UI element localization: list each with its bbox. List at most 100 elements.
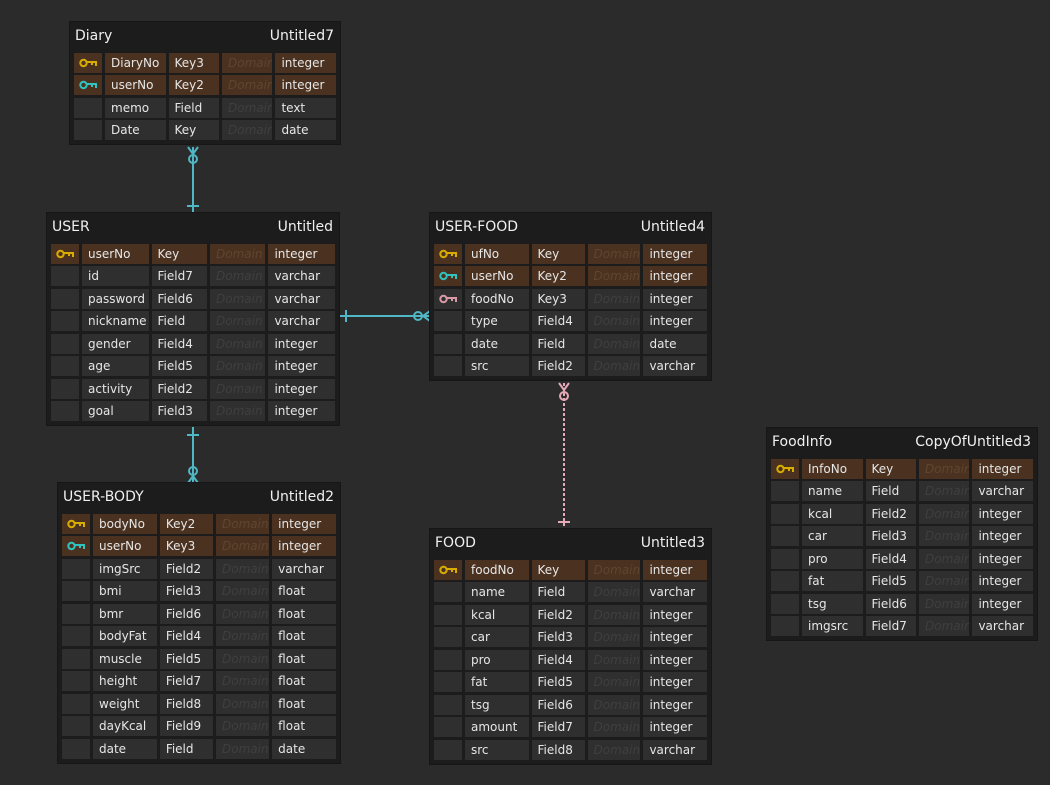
column-row[interactable]: tsg Field6 Domain integer — [434, 694, 707, 715]
column-row[interactable]: userNo Key Domain integer — [51, 243, 335, 264]
column-domain: Domain — [919, 481, 970, 501]
table-header[interactable]: FoodInfo CopyOfUntitled3 — [771, 428, 1033, 456]
empty-icon-cell — [51, 266, 79, 286]
column-domain: Domain — [215, 671, 270, 691]
column-row[interactable]: fat Field5 Domain integer — [434, 672, 707, 692]
column-row[interactable]: bmr Field6 Domain float — [62, 603, 336, 624]
column-row[interactable]: bmi Field3 Domain float — [62, 581, 336, 601]
column-row[interactable]: foodNo Key3 Domain integer — [434, 288, 707, 309]
column-name: name — [465, 582, 529, 602]
empty-icon-cell — [434, 694, 462, 715]
table-header[interactable]: Diary Untitled7 — [74, 22, 336, 50]
column-row[interactable]: amount Field7 Domain integer — [434, 717, 707, 737]
column-row[interactable]: date Field Domain date — [434, 333, 707, 354]
column-row[interactable]: imgsrc Field7 Domain varchar — [771, 616, 1033, 636]
table-diary[interactable]: Diary Untitled7 DiaryNo Key3 Domain inte… — [70, 22, 340, 144]
table-header[interactable]: USER-BODY Untitled2 — [62, 483, 336, 511]
column-row[interactable]: DiaryNo Key3 Domain integer — [74, 52, 336, 73]
column-kind: Key2 — [159, 513, 213, 534]
column-row[interactable]: id Field7 Domain varchar — [51, 266, 335, 286]
column-type: integer — [643, 288, 707, 309]
relationship-user-userfood[interactable] — [339, 310, 431, 322]
table-foodinfo[interactable]: FoodInfo CopyOfUntitled3 InfoNo Key Doma… — [767, 428, 1037, 640]
column-row[interactable]: src Field2 Domain varchar — [434, 356, 707, 376]
column-row[interactable]: bodyNo Key2 Domain integer — [62, 513, 336, 534]
column-row[interactable]: kcal Field2 Domain integer — [434, 604, 707, 625]
column-name: fat — [465, 672, 529, 692]
column-name: goal — [82, 401, 149, 421]
column-row[interactable]: userNo Key2 Domain integer — [74, 75, 336, 95]
column-row[interactable]: imgSrc Field2 Domain varchar — [62, 558, 336, 579]
table-header[interactable]: USER-FOOD Untitled4 — [434, 213, 707, 241]
empty-icon-cell — [434, 604, 462, 625]
column-row[interactable]: kcal Field2 Domain integer — [771, 503, 1033, 524]
column-row[interactable]: tsg Field6 Domain integer — [771, 593, 1033, 614]
column-kind: Field2 — [865, 503, 916, 524]
column-kind: Field6 — [865, 593, 916, 614]
table-alias: Untitled — [277, 219, 333, 235]
table-user-food[interactable]: USER-FOOD Untitled4 ufNo Key Domain inte… — [430, 213, 711, 380]
column-row[interactable]: userNo Key3 Domain integer — [62, 536, 336, 556]
key-icon — [62, 536, 90, 556]
column-name: dayKcal — [93, 716, 157, 736]
column-kind: Field7 — [531, 717, 585, 737]
column-row[interactable]: goal Field3 Domain integer — [51, 401, 335, 421]
column-row[interactable]: gender Field4 Domain integer — [51, 333, 335, 354]
column-name: src — [465, 356, 529, 376]
column-type: varchar — [272, 558, 336, 579]
key-icon — [434, 243, 462, 264]
column-row[interactable]: car Field3 Domain integer — [771, 526, 1033, 546]
table-user[interactable]: USER Untitled userNo Key Domain integer … — [47, 213, 339, 425]
column-row[interactable]: name Field Domain varchar — [771, 481, 1033, 501]
column-name: password — [82, 288, 149, 309]
column-row[interactable]: ufNo Key Domain integer — [434, 243, 707, 264]
column-name: foodNo — [465, 559, 529, 580]
column-row[interactable]: bodyFat Field4 Domain float — [62, 626, 336, 646]
column-row[interactable]: type Field4 Domain integer — [434, 311, 707, 331]
column-row[interactable]: userNo Key2 Domain integer — [434, 266, 707, 286]
column-row[interactable]: password Field6 Domain varchar — [51, 288, 335, 309]
column-name: pro — [802, 548, 863, 569]
column-name: muscle — [93, 648, 157, 669]
column-kind: Field3 — [531, 627, 585, 647]
column-row[interactable]: nickname Field Domain varchar — [51, 311, 335, 331]
relationship-userfood-food[interactable] — [558, 382, 570, 529]
column-kind: Key — [531, 243, 585, 264]
column-row[interactable]: activity Field2 Domain integer — [51, 378, 335, 399]
empty-icon-cell — [51, 356, 79, 376]
column-type: integer — [643, 694, 707, 715]
column-row[interactable]: pro Field4 Domain integer — [434, 649, 707, 670]
column-row[interactable]: age Field5 Domain integer — [51, 356, 335, 376]
column-row[interactable]: src Field8 Domain varchar — [434, 739, 707, 760]
column-row[interactable]: memo Field Domain text — [74, 97, 336, 118]
column-type: integer — [272, 513, 336, 534]
column-row[interactable]: dayKcal Field9 Domain float — [62, 716, 336, 736]
column-row[interactable]: date Field Domain date — [62, 738, 336, 759]
column-kind: Field5 — [159, 648, 213, 669]
column-row[interactable]: name Field Domain varchar — [434, 582, 707, 602]
table-header[interactable]: FOOD Untitled3 — [434, 529, 707, 557]
empty-icon-cell — [771, 593, 799, 614]
column-row[interactable]: Date Key Domain date — [74, 120, 336, 140]
column-type: integer — [275, 52, 336, 73]
column-row[interactable]: fat Field5 Domain integer — [771, 571, 1033, 591]
column-row[interactable]: weight Field8 Domain float — [62, 693, 336, 714]
column-type: date — [272, 738, 336, 759]
key-icon — [62, 513, 90, 534]
column-row[interactable]: height Field7 Domain float — [62, 671, 336, 691]
table-food[interactable]: FOOD Untitled3 foodNo Key Domain integer… — [430, 529, 711, 764]
empty-icon-cell — [74, 120, 102, 140]
column-row[interactable]: pro Field4 Domain integer — [771, 548, 1033, 569]
table-user-body[interactable]: USER-BODY Untitled2 bodyNo Key2 Domain i… — [58, 483, 340, 763]
column-row[interactable]: muscle Field5 Domain float — [62, 648, 336, 669]
column-type: integer — [275, 75, 336, 95]
column-type: integer — [972, 548, 1033, 569]
column-domain: Domain — [919, 503, 970, 524]
table-header[interactable]: USER Untitled — [51, 213, 335, 241]
relationship-user-userbody[interactable] — [187, 427, 199, 484]
column-row[interactable]: car Field3 Domain integer — [434, 627, 707, 647]
column-row[interactable]: foodNo Key Domain integer — [434, 559, 707, 580]
relationship-diary-user[interactable] — [187, 146, 199, 213]
column-row[interactable]: InfoNo Key Domain integer — [771, 458, 1033, 479]
column-domain: Domain — [215, 513, 270, 534]
